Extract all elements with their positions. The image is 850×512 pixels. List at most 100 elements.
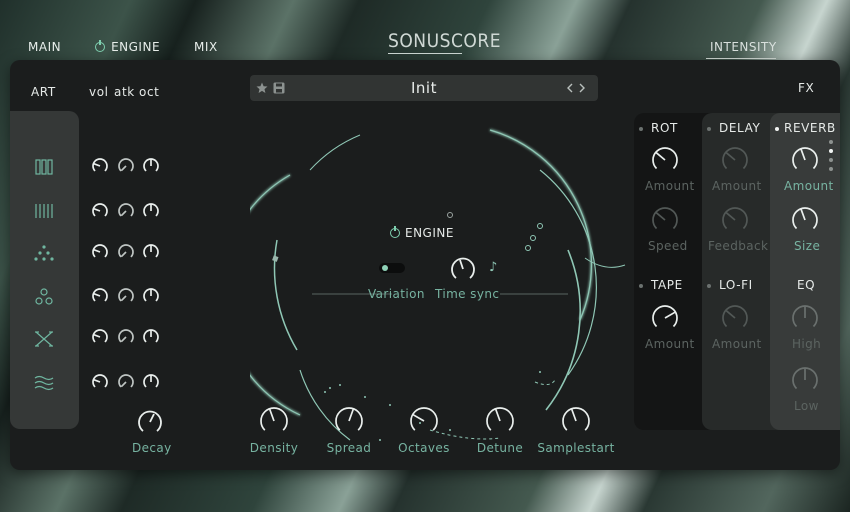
decay-label: Decay [132,441,172,455]
rot-speed-label: Speed [648,239,688,253]
tab-main-label: MAIN [28,40,62,54]
vol-label: vol [89,85,109,99]
art-row-1-vol-knob[interactable] [90,156,110,176]
bars-thick-icon[interactable] [30,157,58,177]
fx-eq-header[interactable]: EQ [797,278,815,292]
lofi-amount-knob[interactable] [720,303,750,333]
lofi-label: LO-FI [719,278,753,292]
tab-main[interactable]: MAIN [28,40,61,54]
samplestart-knob-wrap [560,405,592,437]
density-label: Density [249,441,299,455]
art-row-2-oct-knob[interactable] [141,201,161,221]
eq-low-knob[interactable] [790,365,820,395]
density-knob[interactable] [258,405,290,437]
art-row-6-oct-knob[interactable] [141,372,161,392]
art-row-3-atk-knob[interactable] [116,242,136,262]
art-row-3-oct-knob[interactable] [141,242,161,262]
reverb-page-dots[interactable] [829,140,833,171]
art-row-6-vol-knob-wrap [90,372,110,392]
detune-label: Detune [476,441,524,455]
cross-icon[interactable] [30,329,58,349]
rot-speed-knob-wrap [650,205,680,235]
art-row-5-vol-knob[interactable] [90,327,110,347]
spread-knob[interactable] [333,405,365,437]
art-row-1-atk-knob-wrap [116,156,136,176]
fx-rot-header[interactable]: ROT [639,121,678,135]
tab-mix[interactable]: MIX [194,40,218,54]
fx-reverb-header[interactable]: REVERB [775,121,836,135]
eq-high-knob[interactable] [790,303,820,333]
preset-name[interactable]: Init [250,79,598,97]
main-panel: ART vol atk oct Decay Init ENGINE Variat… [10,60,840,470]
art-row-2-vol-knob[interactable] [90,201,110,221]
dots-triangle-icon[interactable] [30,243,58,263]
engine-visualizer [250,129,626,441]
variation-toggle[interactable] [379,263,405,273]
lofi-amount-label: Amount [712,337,762,351]
engine-power[interactable]: ENGINE [390,226,454,240]
spread-label: Spread [326,441,372,455]
art-row-3-vol-knob[interactable] [90,242,110,262]
eq-low-label: Low [794,399,819,413]
reverb-amount-label: Amount [784,179,834,193]
preset-bar: Init [250,75,598,101]
reverb-size-label: Size [794,239,821,253]
octaves-knob-wrap [408,405,440,437]
power-icon [95,40,106,52]
samplestart-knob[interactable] [560,405,592,437]
preset-prev-next-icon[interactable] [566,82,588,94]
rot-label: ROT [651,121,678,135]
circles-icon[interactable] [30,287,58,307]
rot-amount-knob[interactable] [650,145,680,175]
detune-knob-wrap [484,405,516,437]
art-row-6-atk-knob-wrap [116,372,136,392]
delay-amount-knob[interactable] [720,145,750,175]
tab-intensity[interactable]: INTENSITY [710,40,777,54]
rot-speed-knob[interactable] [650,205,680,235]
art-row-1-oct-knob[interactable] [141,156,161,176]
time-sync-knob[interactable] [448,254,478,284]
waves-icon[interactable] [30,373,58,393]
art-row-6-vol-knob[interactable] [90,372,110,392]
art-row-4-oct-knob-wrap [141,286,161,306]
tape-label: TAPE [651,278,683,292]
spread-knob-wrap [333,405,365,437]
tape-amount-knob[interactable] [650,303,680,333]
note-icon[interactable]: ♪ [489,260,497,275]
tab-engine-label: ENGINE [111,40,161,54]
art-label: ART [31,85,56,99]
fx-delay-header[interactable]: DELAY [707,121,760,135]
tape-dot [639,283,643,288]
fx-tape-header[interactable]: TAPE [639,278,683,292]
intensity-underline [706,58,776,59]
art-row-5-atk-knob[interactable] [116,327,136,347]
atk-label: atk [114,85,135,99]
octaves-knob[interactable] [408,405,440,437]
art-row-4-atk-knob[interactable] [116,286,136,306]
delay-feedback-label: Feedback [708,239,769,253]
art-row-4-oct-knob[interactable] [141,286,161,306]
samplestart-label: Samplestart [537,441,615,455]
decay-knob[interactable] [135,407,165,437]
delay-amount-label: Amount [712,179,762,193]
art-row-4-vol-knob[interactable] [90,286,110,306]
density-knob-wrap [258,405,290,437]
tab-engine[interactable]: ENGINE [89,40,167,62]
delay-feedback-knob[interactable] [720,205,750,235]
art-row-5-oct-knob[interactable] [141,327,161,347]
fx-lofi-header[interactable]: LO-FI [707,278,753,292]
detune-knob[interactable] [484,405,516,437]
oct-label: oct [139,85,160,99]
art-row-2-atk-knob[interactable] [116,201,136,221]
art-row-5-vol-knob-wrap [90,327,110,347]
reverb-label: REVERB [784,121,836,135]
delay-feedback-knob-wrap [720,205,750,235]
lofi-dot [707,283,711,288]
art-row-2-vol-knob-wrap [90,201,110,221]
art-row-3-vol-knob-wrap [90,242,110,262]
reverb-size-knob[interactable] [790,205,820,235]
bars-thin-icon[interactable] [30,201,58,221]
art-row-1-atk-knob[interactable] [116,156,136,176]
reverb-amount-knob[interactable] [790,145,820,175]
art-row-6-atk-knob[interactable] [116,372,136,392]
